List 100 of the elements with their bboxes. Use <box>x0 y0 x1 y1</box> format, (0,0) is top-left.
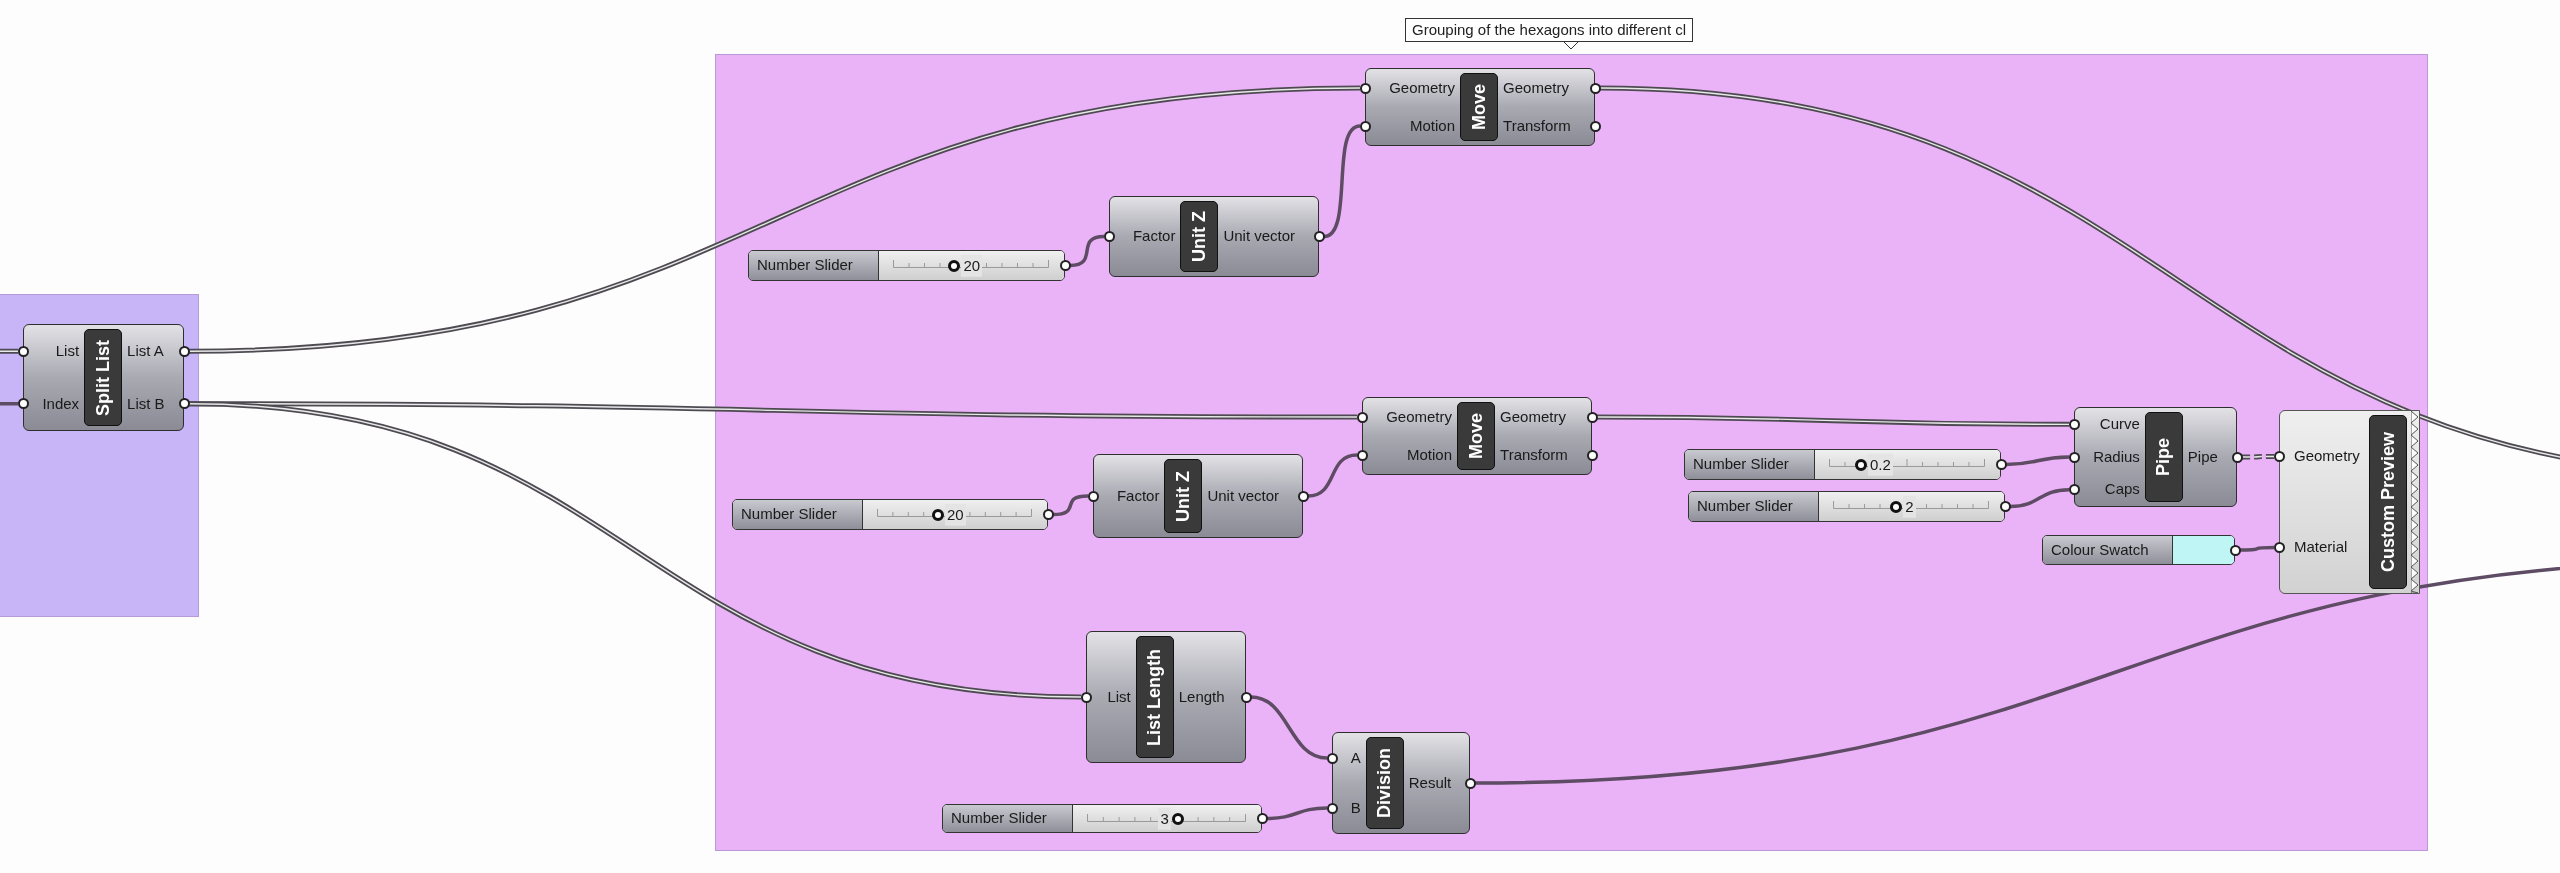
input-label: List <box>1107 686 1131 707</box>
input-label: Motion <box>1410 115 1456 136</box>
output-label: Unit vector <box>1223 226 1296 247</box>
wire <box>1266 806 1328 821</box>
port-icon[interactable] <box>2068 418 2080 430</box>
port-icon[interactable] <box>178 345 190 357</box>
port-icon[interactable] <box>17 398 29 410</box>
component-label: Split List <box>84 329 123 426</box>
wire <box>2240 545 2274 552</box>
port-icon[interactable] <box>178 398 190 410</box>
port-icon[interactable] <box>1297 490 1309 502</box>
component-node[interactable]: Factor Unit Z Unit vector <box>1093 454 1303 538</box>
port-icon[interactable] <box>1586 449 1598 461</box>
component-node[interactable]: Curve Radius Caps Pipe Pipe <box>2074 407 2237 507</box>
port-icon[interactable] <box>1589 120 1601 132</box>
port-icon[interactable] <box>1356 449 1368 461</box>
component-label: Unit Z <box>1180 201 1219 272</box>
port-icon[interactable] <box>2068 484 2080 496</box>
number-slider[interactable]: Number Slider 3 <box>942 804 1262 833</box>
component-label: Division <box>1365 737 1404 829</box>
preview-node[interactable]: Geometry Material Custom Preview <box>2279 410 2420 594</box>
input-label: Geometry <box>1389 77 1456 98</box>
swatch-colour[interactable] <box>2173 536 2234 564</box>
port-icon[interactable] <box>1059 260 1071 271</box>
input-label: Geometry <box>2294 446 2360 467</box>
port-icon[interactable] <box>2231 451 2243 463</box>
port-icon[interactable] <box>1589 82 1601 94</box>
input-label: Curve <box>2099 414 2140 435</box>
port-icon[interactable] <box>1359 120 1371 132</box>
colour-swatch[interactable]: Colour Swatch <box>2042 535 2235 565</box>
component-node[interactable]: List List Length Length <box>1086 631 1246 763</box>
component-label: Move <box>1457 402 1496 470</box>
input-label: B <box>1350 797 1361 818</box>
slider-knob[interactable] <box>1855 458 1867 471</box>
port-icon[interactable] <box>1080 691 1092 703</box>
output-label: Result <box>1408 772 1452 793</box>
component-label: Pipe <box>2144 412 2183 502</box>
component-label: Custom Preview <box>2369 415 2407 589</box>
zigzag-edge-icon <box>2411 411 2419 593</box>
port-icon[interactable] <box>1042 509 1054 520</box>
port-icon[interactable] <box>1999 501 2011 512</box>
slider-value: 2 <box>1903 495 1916 518</box>
port-icon[interactable] <box>2273 451 2285 462</box>
output-label: Geometry <box>1503 77 1569 98</box>
port-icon[interactable] <box>1359 82 1371 94</box>
slider-knob[interactable] <box>948 259 961 272</box>
wire <box>2009 487 2070 509</box>
port-icon[interactable] <box>2273 542 2285 553</box>
number-slider[interactable]: Number Slider 20 <box>748 250 1065 281</box>
output-label: Unit vector <box>1207 485 1280 506</box>
port-icon[interactable] <box>1240 691 1252 703</box>
input-label: Caps <box>2104 479 2140 500</box>
slider-track[interactable]: 20 <box>879 251 1064 280</box>
component-label: Move <box>1460 73 1499 141</box>
output-label: Pipe <box>2187 446 2218 467</box>
port-icon[interactable] <box>2068 451 2080 463</box>
port-icon[interactable] <box>1103 231 1115 242</box>
port-icon[interactable] <box>1995 459 2007 470</box>
input-label: Factor <box>1116 485 1160 506</box>
port-icon[interactable] <box>1256 813 1268 824</box>
number-slider[interactable]: Number Slider 0.2 <box>1684 449 2001 480</box>
slider-label: Number Slider <box>1685 450 1815 479</box>
slider-value: 20 <box>945 503 966 526</box>
slider-knob[interactable] <box>1890 500 1903 513</box>
port-icon[interactable] <box>1464 777 1476 789</box>
slider-track[interactable]: 3 <box>1073 805 1261 832</box>
port-icon[interactable] <box>1313 231 1325 242</box>
component-node[interactable]: Factor Unit Z Unit vector <box>1109 196 1319 277</box>
port-icon[interactable] <box>17 345 29 357</box>
slider-track[interactable]: 0.2 <box>1815 450 2000 479</box>
slider-label: Number Slider <box>943 805 1073 832</box>
output-label: Geometry <box>1500 406 1566 427</box>
input-label: Material <box>2294 537 2348 558</box>
output-label: List A <box>127 341 164 361</box>
number-slider[interactable]: Number Slider 2 <box>1688 491 2005 522</box>
slider-track[interactable]: 2 <box>1819 492 2004 521</box>
wire <box>0 402 18 406</box>
port-icon[interactable] <box>1586 411 1598 423</box>
slider-value: 3 <box>1158 807 1171 830</box>
port-icon[interactable] <box>1087 490 1099 502</box>
component-label: Unit Z <box>1164 459 1203 533</box>
slider-value: 0.2 <box>1868 453 1893 476</box>
slider-value: 20 <box>961 254 983 277</box>
slider-knob[interactable] <box>932 508 944 521</box>
port-icon[interactable] <box>1326 802 1338 814</box>
input-label: Motion <box>1407 444 1453 465</box>
port-icon[interactable] <box>1326 752 1338 764</box>
slider-label: Number Slider <box>1689 492 1819 521</box>
input-label: Radius <box>2093 446 2140 467</box>
input-label: Geometry <box>1386 406 1453 427</box>
port-icon[interactable] <box>2229 544 2241 556</box>
port-icon[interactable] <box>1356 411 1368 423</box>
slider-track[interactable]: 20 <box>863 500 1047 529</box>
input-label: List <box>55 341 80 361</box>
input-label: Index <box>42 393 80 414</box>
input-label: A <box>1350 747 1361 768</box>
output-label: Transform <box>1503 115 1571 136</box>
number-slider[interactable]: Number Slider 20 <box>732 499 1048 530</box>
slider-knob[interactable] <box>1171 812 1184 825</box>
swatch-label: Colour Swatch <box>2043 536 2173 564</box>
